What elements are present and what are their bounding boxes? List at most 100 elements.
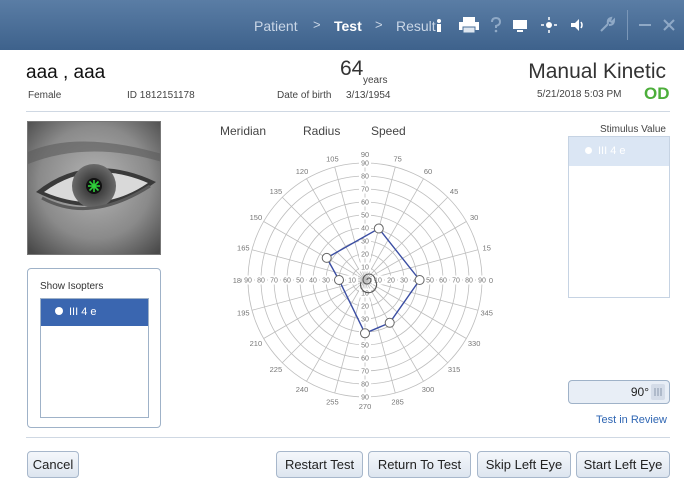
test-in-review-link[interactable]: Test in Review <box>596 414 667 426</box>
minimize-icon[interactable] <box>636 16 654 34</box>
test-datetime: 5/21/2018 5:03 PM <box>537 89 622 100</box>
meridian-value: 90° <box>630 385 649 399</box>
patient-id: ID 1812151178 <box>127 90 195 101</box>
step-separator: > <box>313 17 321 32</box>
radius-label-left: 30 <box>322 278 330 285</box>
help-icon[interactable] <box>487 16 505 34</box>
radius-label-left: 80 <box>257 278 265 285</box>
radius-label-right: 80 <box>465 278 473 285</box>
angle-label: 195 <box>237 309 250 318</box>
radius-label-right: 20 <box>387 278 395 285</box>
display-icon[interactable] <box>511 16 529 34</box>
grid-spoke <box>364 196 449 281</box>
restart-test-button[interactable]: Restart Test <box>276 451 363 478</box>
angle-label: 150 <box>250 213 263 222</box>
wrench-icon[interactable] <box>598 16 616 34</box>
radius-label-left: 40 <box>309 278 317 285</box>
radius-label-left: 50 <box>296 278 304 285</box>
visual-field-chart[interactable]: 0153045607590105120135150165180195210225… <box>180 148 550 428</box>
cancel-button[interactable]: Cancel <box>27 451 79 478</box>
isopter-point <box>334 275 344 285</box>
radius-label-right: 60 <box>439 278 447 285</box>
start-left-eye-button[interactable]: Start Left Eye <box>576 451 670 478</box>
skip-left-eye-button[interactable]: Skip Left Eye <box>477 451 571 478</box>
grid-spoke <box>281 196 366 281</box>
isopter-point <box>360 328 370 339</box>
radius-label-right: 70 <box>452 278 460 285</box>
isopter-point <box>321 252 332 263</box>
stimulus-item[interactable]: III 4 e <box>569 137 669 166</box>
angle-label: 45 <box>450 187 458 196</box>
radius-label-left: 90 <box>244 278 252 285</box>
angle-label: 60 <box>424 167 432 176</box>
angle-label: 300 <box>422 385 435 394</box>
return-to-test-button[interactable]: Return To Test <box>368 451 471 478</box>
isopters-list[interactable]: III 4 e <box>40 298 149 418</box>
radius-label-left: 60 <box>283 278 291 285</box>
angle-label: 90 <box>361 150 369 159</box>
step-patient[interactable]: Patient <box>254 18 298 34</box>
dob-label: Date of birth <box>277 90 332 101</box>
angle-label: 120 <box>296 167 309 176</box>
isopters-title: Show Isopters <box>40 281 104 292</box>
angle-label: 210 <box>250 339 263 348</box>
eye-camera-view <box>27 121 161 255</box>
sound-icon[interactable] <box>569 16 587 34</box>
isopter-item[interactable]: III 4 e <box>41 299 148 326</box>
isopter-label: III 4 e <box>69 306 97 318</box>
radius-label-up: 40 <box>361 226 369 233</box>
patient-age: 64 <box>340 57 364 80</box>
radius-label-up: 70 <box>361 187 369 194</box>
angle-label: 240 <box>296 385 309 394</box>
stimulus-title: Stimulus Value <box>600 124 666 135</box>
stimulus-list[interactable]: III 4 e <box>568 136 670 298</box>
isopter-point <box>414 275 425 285</box>
isopter-point <box>373 223 384 234</box>
radius-label-left: 10 <box>348 278 356 285</box>
radius-label-down: 80 <box>361 382 369 389</box>
angle-label: 165 <box>237 243 250 252</box>
print-icon[interactable] <box>458 16 480 34</box>
radius-label-right: 30 <box>400 278 408 285</box>
eye-label: OD <box>644 84 670 103</box>
header-divider <box>26 111 670 112</box>
meridian-control[interactable]: Meridian <box>220 124 266 138</box>
footer-divider <box>26 437 670 438</box>
isopters-panel: Show Isopters III 4 e <box>27 268 161 428</box>
top-bar: Patient > Test > Result <box>0 0 684 50</box>
info-icon[interactable] <box>430 16 448 34</box>
angle-label: 30 <box>470 213 478 222</box>
grid-spoke <box>251 249 366 281</box>
meridian-input[interactable]: 90° <box>568 380 670 404</box>
radius-label-up: 60 <box>361 200 369 207</box>
radius-label-up: 80 <box>361 174 369 181</box>
radius-label-up: 20 <box>361 252 369 259</box>
radius-label-up: 50 <box>361 213 369 220</box>
radius-control[interactable]: Radius <box>303 124 340 138</box>
grid-spoke <box>281 279 366 364</box>
toolbar-divider <box>627 10 628 40</box>
angle-label: 15 <box>483 243 491 252</box>
radius-label-down: 20 <box>361 304 369 311</box>
radius-label-down: 50 <box>361 343 369 350</box>
speed-control[interactable]: Speed <box>371 124 406 138</box>
radius-label-up: 90 <box>361 161 369 168</box>
radius-label-up: 30 <box>361 239 369 246</box>
angle-label: 315 <box>448 365 461 374</box>
test-name: Manual Kinetic <box>528 60 666 83</box>
step-test[interactable]: Test <box>334 18 362 34</box>
radius-label-down: 70 <box>361 369 369 376</box>
close-icon[interactable] <box>660 16 678 34</box>
radius-label-right: 50 <box>426 278 434 285</box>
bullet-icon <box>585 147 592 154</box>
stimulus-label: III 4 e <box>598 145 626 157</box>
bullet-icon <box>55 307 63 315</box>
angle-label: 75 <box>393 154 401 163</box>
radius-label-down: 30 <box>361 317 369 324</box>
meridian-grip-icon[interactable] <box>651 384 665 400</box>
radius-label-left: 70 <box>270 278 278 285</box>
radius-label-down: 60 <box>361 356 369 363</box>
radius-label-right: 90 <box>478 278 486 285</box>
brightness-icon[interactable] <box>540 16 558 34</box>
angle-label: 135 <box>270 187 283 196</box>
